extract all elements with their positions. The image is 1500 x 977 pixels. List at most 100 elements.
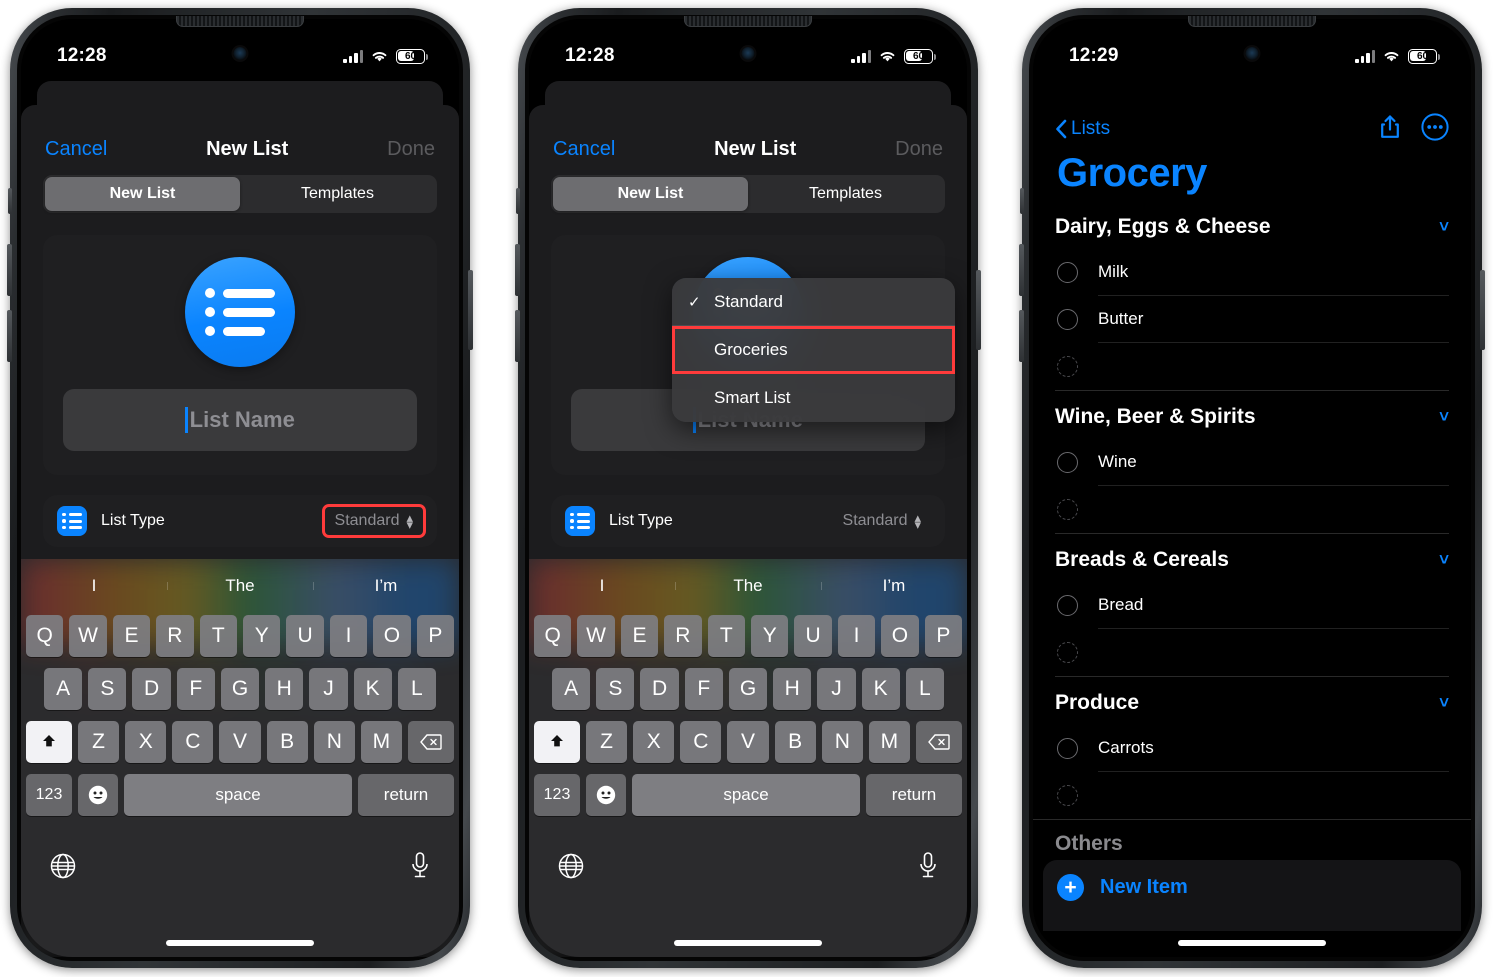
list-item[interactable]: Butter bbox=[1057, 296, 1449, 343]
item-checkbox[interactable] bbox=[1057, 262, 1078, 283]
key-c[interactable]: C bbox=[680, 721, 722, 763]
key-j[interactable]: J bbox=[817, 668, 856, 710]
key-d[interactable]: D bbox=[640, 668, 679, 710]
key-a[interactable]: A bbox=[44, 668, 83, 710]
volume-down-button[interactable] bbox=[7, 310, 12, 362]
delete-key-icon[interactable] bbox=[915, 721, 962, 763]
more-options-icon[interactable] bbox=[1421, 112, 1449, 146]
section-header[interactable]: Wine, Beer & Spirits ˅ bbox=[1055, 390, 1449, 439]
key-y[interactable]: Y bbox=[243, 615, 281, 657]
key-y[interactable]: Y bbox=[751, 615, 789, 657]
power-button[interactable] bbox=[468, 270, 473, 350]
key-e[interactable]: E bbox=[112, 615, 151, 657]
space-key[interactable]: space bbox=[632, 774, 860, 816]
key-b[interactable]: B bbox=[266, 721, 308, 763]
shift-key-icon[interactable] bbox=[534, 721, 580, 763]
mute-switch[interactable] bbox=[1020, 188, 1024, 214]
key-h[interactable]: H bbox=[265, 668, 304, 710]
tab-new-list[interactable]: New List bbox=[553, 177, 748, 211]
popup-item-groceries[interactable]: Groceries bbox=[672, 326, 955, 374]
item-label-empty[interactable] bbox=[1098, 629, 1449, 676]
prediction-2[interactable]: The bbox=[675, 576, 821, 596]
key-m[interactable]: M bbox=[360, 721, 402, 763]
home-indicator[interactable] bbox=[166, 940, 314, 946]
key-d[interactable]: D bbox=[132, 668, 171, 710]
key-q[interactable]: Q bbox=[533, 615, 572, 657]
key-h[interactable]: H bbox=[773, 668, 812, 710]
key-c[interactable]: C bbox=[172, 721, 214, 763]
volume-up-button[interactable] bbox=[1019, 244, 1024, 296]
list-type-row[interactable]: List Type Standard ▴ ▾ bbox=[551, 495, 945, 547]
item-checkbox[interactable] bbox=[1057, 738, 1078, 759]
list-item-empty[interactable] bbox=[1057, 772, 1449, 819]
item-label-empty[interactable] bbox=[1098, 343, 1449, 390]
list-item-empty[interactable] bbox=[1057, 629, 1449, 676]
numbers-key[interactable]: 123 bbox=[534, 774, 580, 816]
list-item-empty[interactable] bbox=[1057, 343, 1449, 390]
key-m[interactable]: M bbox=[868, 721, 910, 763]
volume-up-button[interactable] bbox=[7, 244, 12, 296]
tab-templates[interactable]: Templates bbox=[240, 177, 435, 211]
chevron-down-icon[interactable]: ˅ bbox=[1439, 217, 1449, 237]
mute-switch[interactable] bbox=[516, 188, 520, 214]
tab-templates[interactable]: Templates bbox=[748, 177, 943, 211]
numbers-key[interactable]: 123 bbox=[26, 774, 72, 816]
cancel-button[interactable]: Cancel bbox=[45, 138, 107, 161]
key-j[interactable]: J bbox=[309, 668, 348, 710]
key-f[interactable]: F bbox=[684, 668, 723, 710]
microphone-icon[interactable] bbox=[409, 851, 431, 886]
popup-item-standard[interactable]: ✓ Standard bbox=[672, 278, 955, 326]
space-key[interactable]: space bbox=[124, 774, 352, 816]
key-x[interactable]: X bbox=[125, 721, 167, 763]
key-k[interactable]: K bbox=[861, 668, 900, 710]
list-item[interactable]: Wine bbox=[1057, 439, 1449, 486]
popup-item-smart-list[interactable]: Smart List bbox=[672, 374, 955, 422]
key-n[interactable]: N bbox=[821, 721, 863, 763]
list-name-input[interactable]: List Name bbox=[63, 389, 417, 451]
key-i[interactable]: I bbox=[837, 615, 876, 657]
key-u[interactable]: U bbox=[286, 615, 324, 657]
key-r[interactable]: R bbox=[664, 615, 702, 657]
microphone-icon[interactable] bbox=[917, 851, 939, 886]
tab-new-list[interactable]: New List bbox=[45, 177, 240, 211]
return-key[interactable]: return bbox=[866, 774, 962, 816]
key-l[interactable]: L bbox=[905, 668, 944, 710]
list-icon-avatar[interactable] bbox=[185, 257, 295, 367]
key-t[interactable]: T bbox=[707, 615, 745, 657]
prediction-1[interactable]: I bbox=[21, 576, 167, 596]
list-item[interactable]: Bread bbox=[1057, 582, 1449, 629]
list-item[interactable]: Milk bbox=[1057, 249, 1449, 296]
item-checkbox[interactable] bbox=[1057, 595, 1078, 616]
key-v[interactable]: V bbox=[219, 721, 261, 763]
key-e[interactable]: E bbox=[620, 615, 659, 657]
power-button[interactable] bbox=[1480, 270, 1485, 350]
key-u[interactable]: U bbox=[794, 615, 832, 657]
chevron-down-icon[interactable]: ˅ bbox=[1439, 407, 1449, 427]
mute-switch[interactable] bbox=[8, 188, 12, 214]
key-s[interactable]: S bbox=[88, 668, 127, 710]
list-type-row[interactable]: List Type Standard ▴ ▾ bbox=[43, 495, 437, 547]
key-t[interactable]: T bbox=[199, 615, 237, 657]
prediction-3[interactable]: I’m bbox=[821, 576, 967, 596]
key-z[interactable]: Z bbox=[78, 721, 120, 763]
key-s[interactable]: S bbox=[596, 668, 635, 710]
key-r[interactable]: R bbox=[156, 615, 194, 657]
list-type-value-button[interactable]: Standard ▴ ▾ bbox=[321, 504, 427, 538]
delete-key-icon[interactable] bbox=[407, 721, 454, 763]
chevron-down-icon[interactable]: ˅ bbox=[1439, 693, 1449, 713]
prediction-1[interactable]: I bbox=[529, 576, 675, 596]
item-checkbox[interactable] bbox=[1057, 452, 1078, 473]
key-x[interactable]: X bbox=[633, 721, 675, 763]
section-header[interactable]: Breads & Cereals ˅ bbox=[1055, 533, 1449, 582]
volume-up-button[interactable] bbox=[515, 244, 520, 296]
volume-down-button[interactable] bbox=[1019, 310, 1024, 362]
key-b[interactable]: B bbox=[774, 721, 816, 763]
chevron-down-icon[interactable]: ˅ bbox=[1439, 550, 1449, 570]
shift-key-icon[interactable] bbox=[26, 721, 72, 763]
key-g[interactable]: G bbox=[728, 668, 768, 710]
key-p[interactable]: P bbox=[416, 615, 455, 657]
home-indicator[interactable] bbox=[1178, 940, 1326, 946]
key-w[interactable]: W bbox=[577, 615, 615, 657]
key-l[interactable]: L bbox=[397, 668, 436, 710]
new-item-button[interactable]: + New Item bbox=[1057, 874, 1447, 901]
